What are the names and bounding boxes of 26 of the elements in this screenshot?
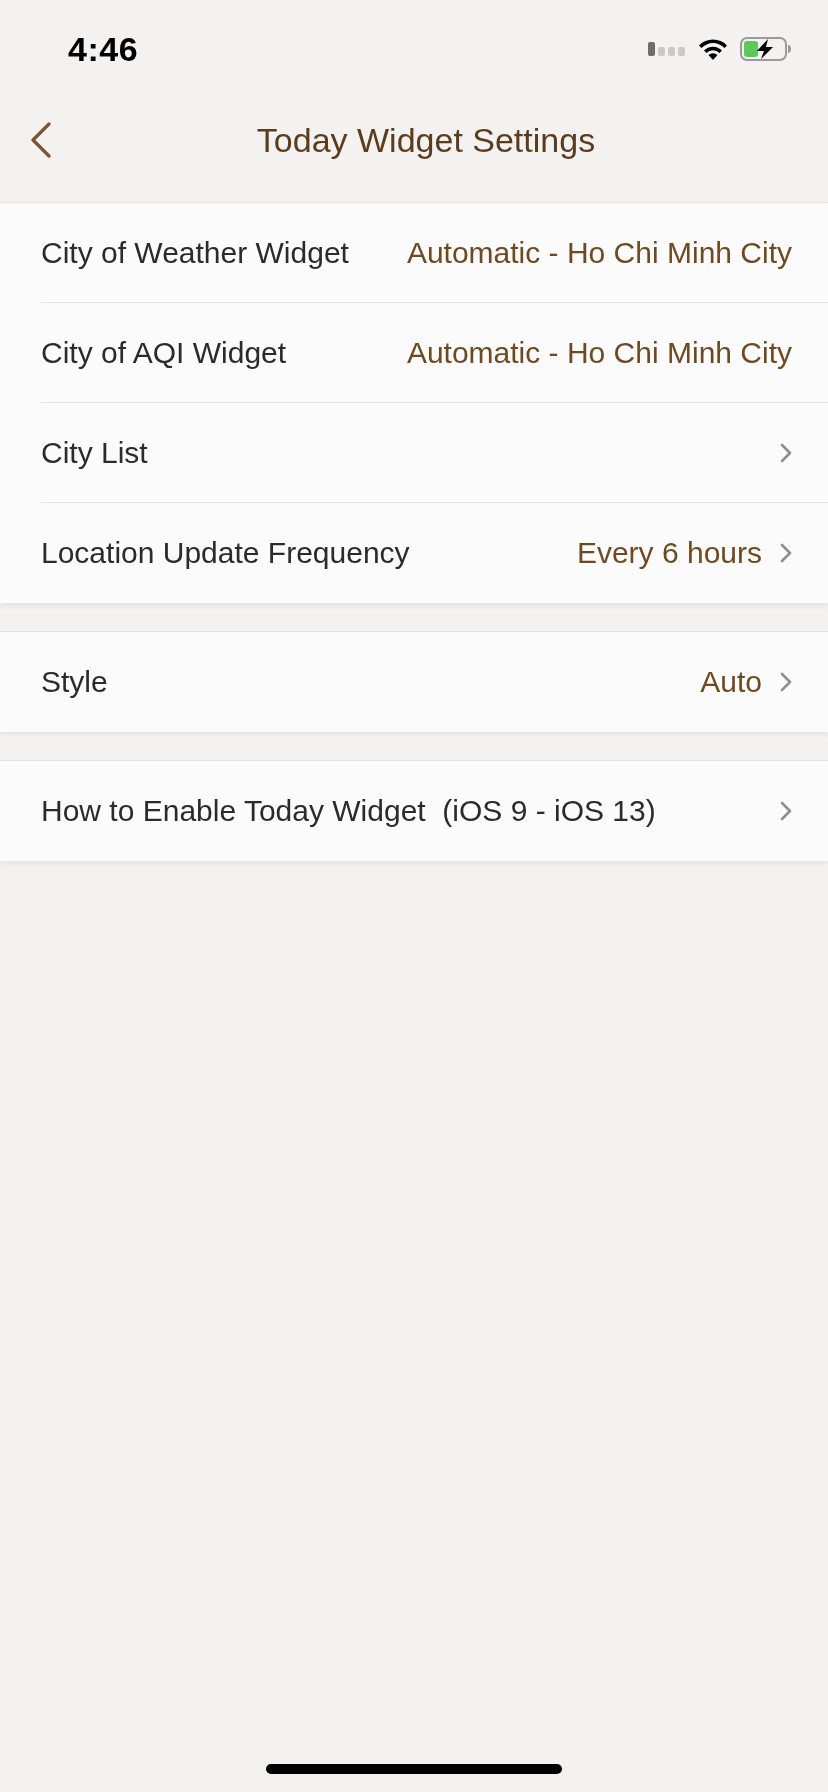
setting-label: City of AQI Widget <box>41 335 287 370</box>
settings-row[interactable]: City of AQI Widget Automatic - Ho Chi Minh City <box>41 303 828 403</box>
settings-row[interactable]: Style Auto <box>41 632 828 732</box>
setting-label: City List <box>41 435 148 470</box>
setting-value: Auto <box>699 665 762 699</box>
setting-label: Style <box>41 665 108 699</box>
setting-label: How to Enable Today Widget (iOS 9 - iOS 13) <box>41 794 656 828</box>
setting-label: City of Weather Widget <box>41 235 349 270</box>
setting-value: Every 6 hours <box>575 536 762 570</box>
status-time: 4:46 <box>68 29 139 69</box>
signal-icon <box>648 42 686 56</box>
settings-row[interactable]: City List <box>41 403 828 503</box>
wifi-icon <box>698 38 728 60</box>
setting-label: Location Update Frequency <box>41 536 410 570</box>
settings-row[interactable]: How to Enable Today Widget (iOS 9 - iOS 13) <box>41 761 828 861</box>
chevron-right-icon <box>780 442 792 463</box>
settings-row[interactable]: City of Weather Widget Automatic - Ho Chi Minh City <box>41 203 828 303</box>
battery-icon <box>740 37 792 61</box>
setting-value: Automatic - Ho Chi Minh City <box>405 335 792 370</box>
nav-title: Today Widget Settings <box>256 120 596 160</box>
chevron-right-icon <box>780 543 792 563</box>
setting-value: Automatic - Ho Chi Minh City <box>405 235 792 270</box>
settings-row[interactable]: Location Update Frequency Every 6 hours <box>41 503 828 603</box>
chevron-left-icon <box>30 122 52 158</box>
chevron-right-icon <box>780 672 792 692</box>
chevron-right-icon <box>780 801 792 821</box>
